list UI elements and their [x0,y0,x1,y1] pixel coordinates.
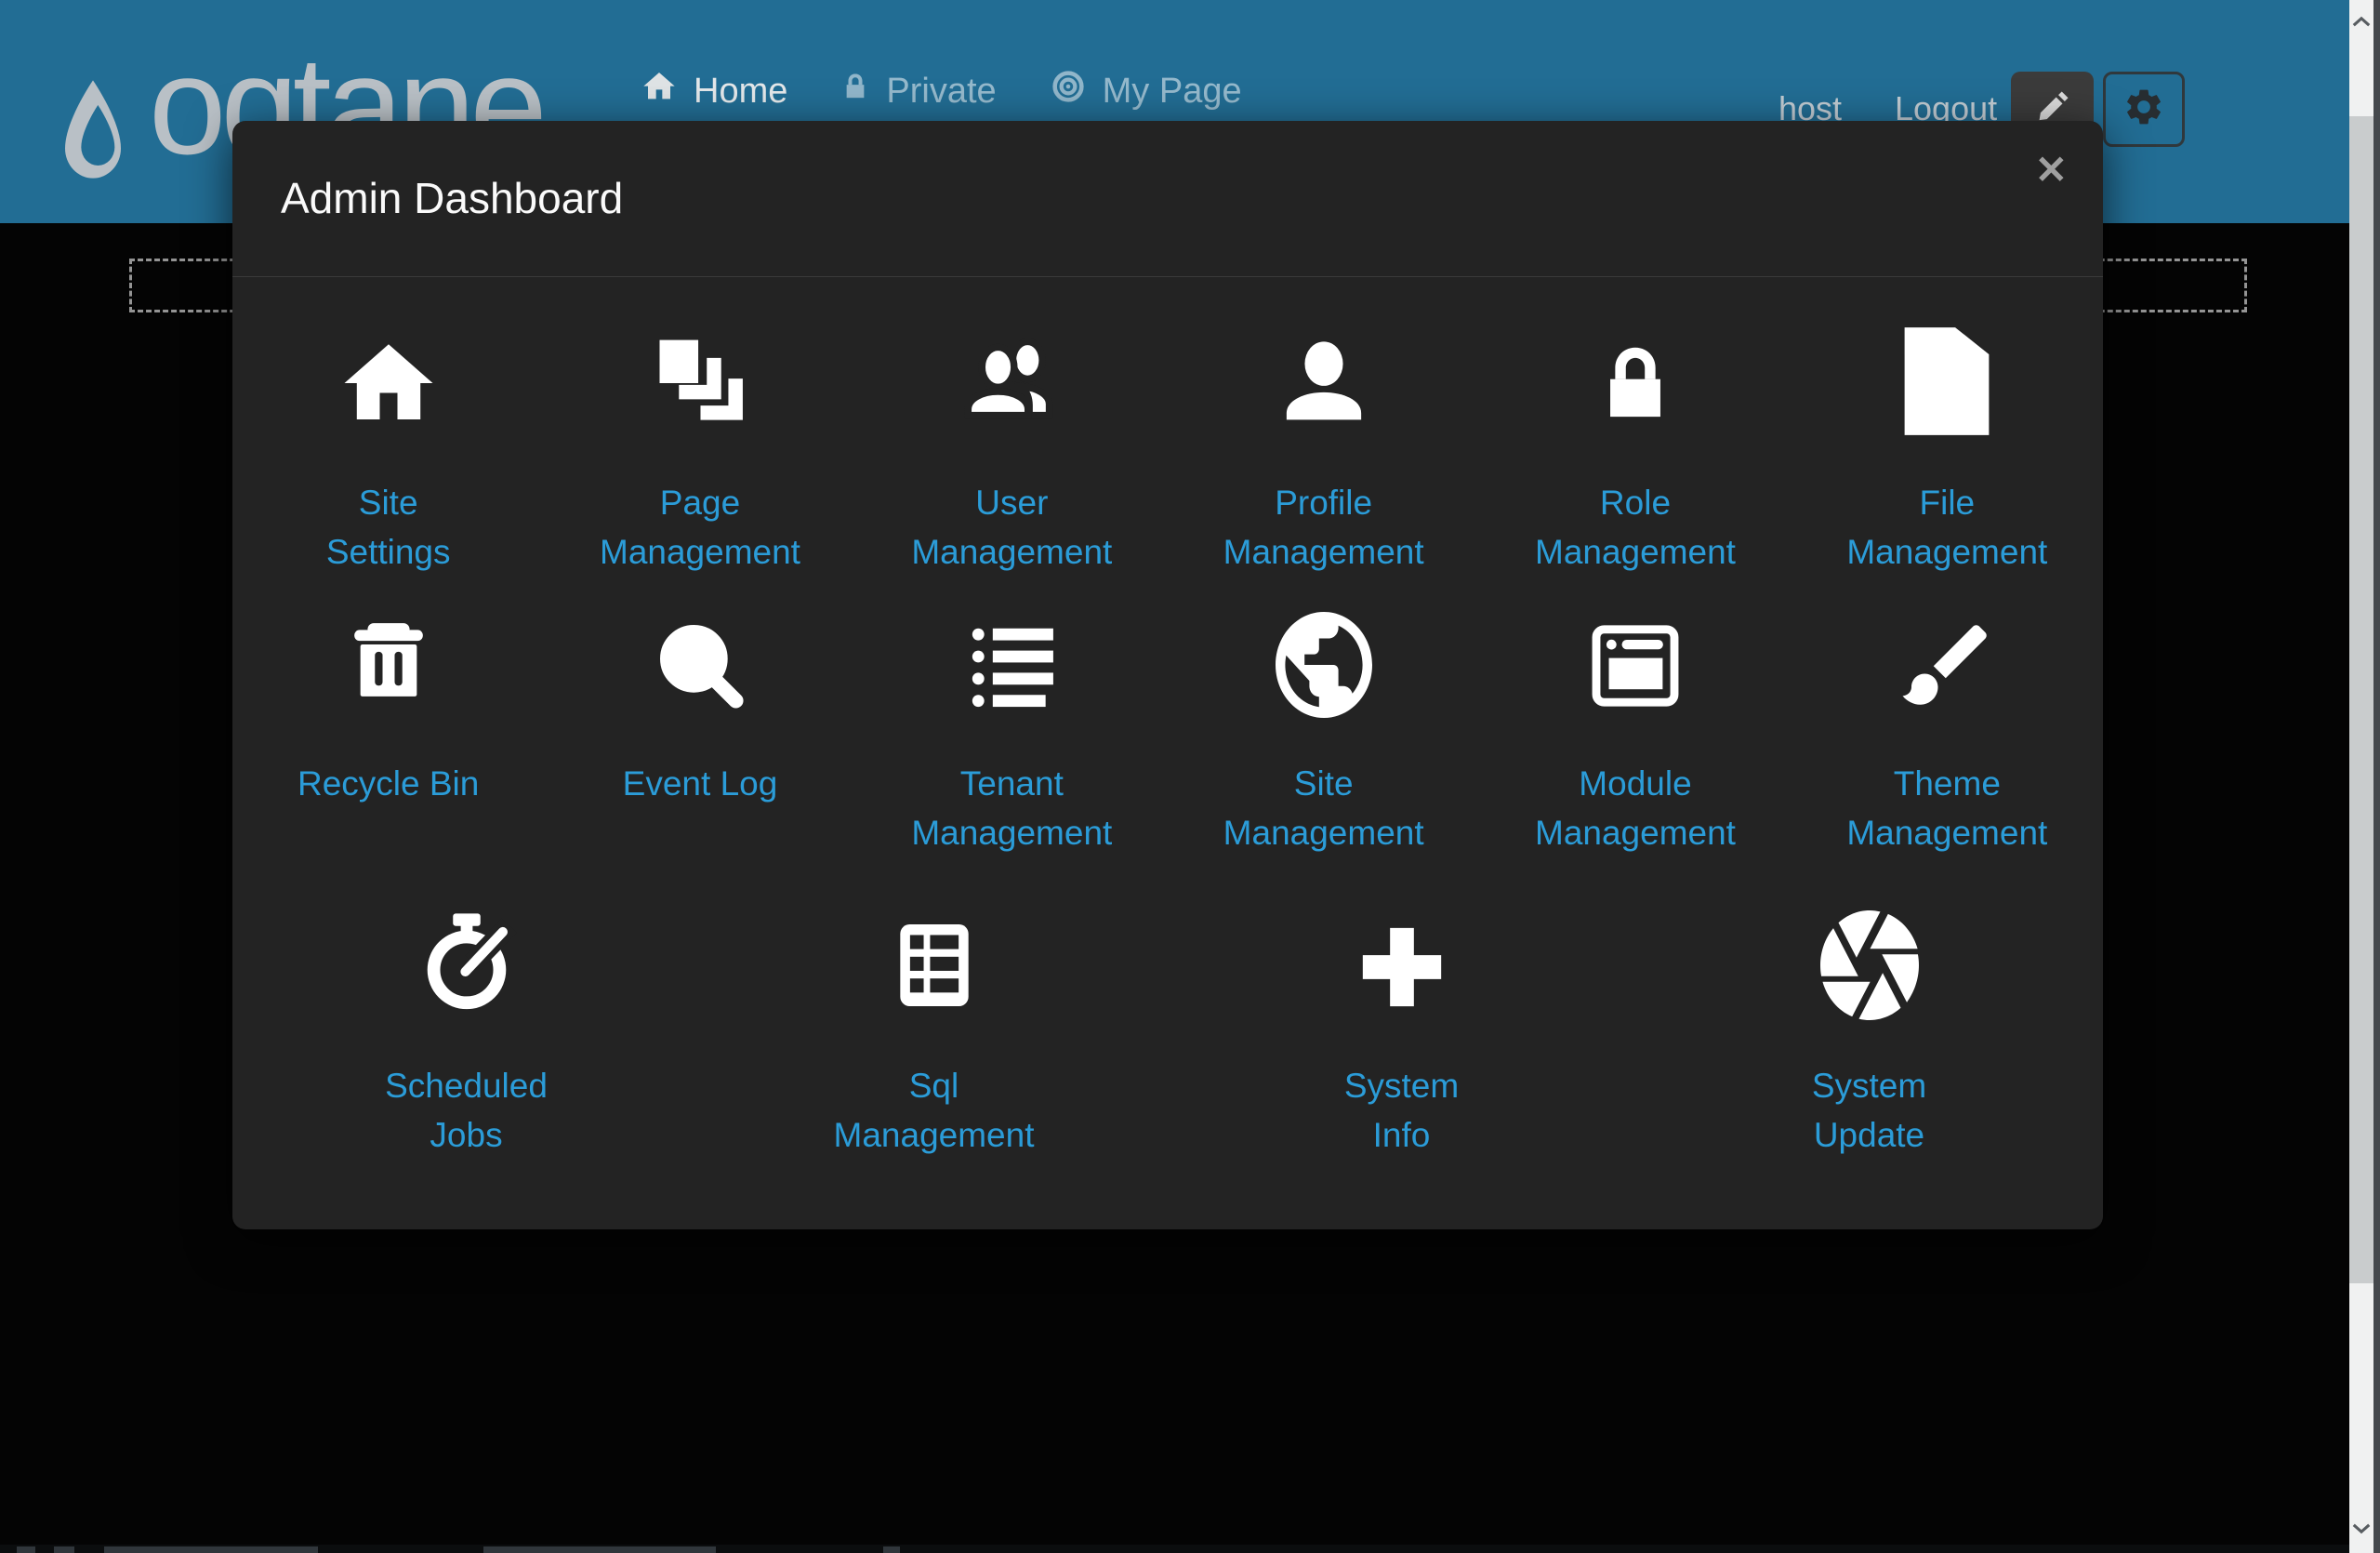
target-icon [1049,67,1088,115]
clipped-text-fragment [104,1546,318,1553]
scroll-up-arrow[interactable] [2349,0,2373,43]
tile-label-line: Profile [1223,478,1424,527]
search-icon [647,604,753,718]
tile-user-management[interactable]: UserManagement [856,324,1168,604]
scrollbar-thumb[interactable] [2349,116,2373,1283]
tile-event-log[interactable]: Event Log [544,604,855,907]
brush-icon [1894,604,2000,718]
clipped-text-fragment [54,1546,74,1553]
window-edge [2373,0,2380,1553]
file-icon [1901,324,1992,437]
tile-recycle-bin[interactable]: Recycle Bin [232,604,544,907]
tile-label-line: Tenant [911,759,1112,808]
home-icon [640,68,679,114]
tile-label-line: Settings [326,527,451,577]
tile-label-line: File [1846,478,2047,527]
globe-icon [1276,604,1372,718]
tile-label-line: Sql [834,1061,1035,1110]
clipped-text-fragment [483,1546,716,1553]
tile-label-line: Event Log [623,759,778,808]
tile-label-line: Site [326,478,451,527]
tile-label-line: Info [1344,1110,1459,1160]
users-icon [950,324,1073,437]
tile-row: Recycle Bin Event Log [232,604,2103,907]
page-settings-button[interactable] [2103,72,2185,147]
modal-header: Admin Dashboard ✕ [232,121,2103,277]
tile-label-line: Site [1223,759,1424,808]
nav-label: My Page [1103,72,1242,112]
tile-label-line: Management [600,527,800,577]
shutter-icon [1820,907,1919,1020]
tile-label-line: Update [1812,1110,1926,1160]
tile-page-management[interactable]: PageManagement [544,324,855,604]
tile-theme-management[interactable]: ThemeManagement [1792,604,2103,907]
tile-role-management[interactable]: RoleManagement [1479,324,1791,604]
trash-icon [340,604,437,718]
nav-label: Private [886,72,996,112]
tile-scheduled-jobs[interactable]: ScheduledJobs [232,907,700,1223]
tile-label-line: Management [1846,527,2047,577]
close-icon[interactable]: ✕ [2035,151,2068,190]
tile-label-line: Module [1535,759,1736,808]
nav-item-home[interactable]: Home [640,68,787,114]
gear-icon [2122,86,2165,133]
tile-label-line: Management [1846,808,2047,857]
tile-label-line: Jobs [385,1110,548,1160]
nav-item-my-page[interactable]: My Page [1049,67,1242,115]
clipped-text-fragment [883,1546,900,1553]
page: oqtane Home Private [0,0,2380,1553]
pages-icon [644,324,756,437]
tile-file-management[interactable]: FileManagement [1792,324,2103,604]
tile-label-line: Management [1535,527,1736,577]
scrollbar[interactable] [2349,0,2373,1553]
window-icon [1580,604,1690,718]
tile-system-info[interactable]: SystemInfo [1168,907,1635,1223]
plus-icon [1351,907,1453,1020]
tile-row: ScheduledJobs SqlManagement [232,907,2103,1223]
tile-label-line: System [1812,1061,1926,1110]
list-icon [956,604,1067,718]
tile-label-line: Recycle Bin [298,759,479,808]
table-icon [883,907,985,1020]
scroll-down-arrow[interactable] [2349,1507,2373,1549]
lock-icon [1590,324,1681,437]
lock-icon [840,68,871,114]
tile-label-line: System [1344,1061,1459,1110]
tile-label-line: Management [911,527,1112,577]
nav-label: Home [694,72,787,112]
tile-label-line: Role [1535,478,1736,527]
tile-site-settings[interactable]: SiteSettings [232,324,544,604]
tile-row: SiteSettings PageManagement [232,277,2103,604]
tile-label-line: User [911,478,1112,527]
modal-title: Admin Dashboard [281,173,623,223]
tile-label-line: Management [834,1110,1035,1160]
tile-module-management[interactable]: ModuleManagement [1479,604,1791,907]
modal-body: SiteSettings PageManagement [232,277,2103,1223]
tile-label-line: Scheduled [385,1061,548,1110]
stopwatch-icon [412,907,522,1020]
tile-label-line: Management [911,808,1112,857]
person-icon [1271,324,1377,437]
tile-site-management[interactable]: SiteManagement [1168,604,1479,907]
tile-label-line: Page [600,478,800,527]
nav-item-private[interactable]: Private [840,68,996,114]
tile-system-update[interactable]: SystemUpdate [1635,907,2103,1223]
tile-label-line: Management [1223,808,1424,857]
tile-label-line: Theme [1846,759,2047,808]
tile-sql-management[interactable]: SqlManagement [700,907,1168,1223]
water-drop-icon [56,60,130,211]
main-nav: Home Private [640,67,1242,115]
home-icon [333,324,444,437]
admin-dashboard-modal: Admin Dashboard ✕ SiteSettings [232,121,2103,1229]
clipped-text-fragment [17,1546,35,1553]
clipped-status-bar [0,1545,2349,1553]
tile-label-line: Management [1535,808,1736,857]
tile-label-line: Management [1223,527,1424,577]
tile-profile-management[interactable]: ProfileManagement [1168,324,1479,604]
tile-tenant-management[interactable]: TenantManagement [856,604,1168,907]
